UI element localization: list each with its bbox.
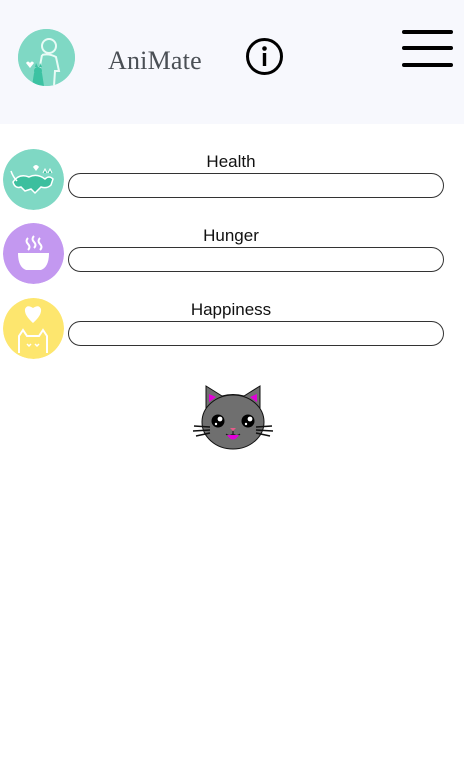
- health-bar: [68, 173, 444, 198]
- hamburger-menu-icon[interactable]: [402, 29, 453, 69]
- cat-health-icon: [3, 149, 64, 210]
- health-label: Health: [206, 152, 256, 171]
- pet-owner-logo-icon[interactable]: [18, 29, 75, 86]
- happiness-label: Happiness: [190, 300, 272, 319]
- info-icon[interactable]: [245, 37, 284, 76]
- app-header: AniMate: [0, 0, 464, 124]
- hunger-bar: [68, 247, 444, 272]
- heart-cat-icon: [3, 298, 64, 359]
- food-bowl-icon: [3, 223, 64, 284]
- app-title: AniMate: [108, 46, 202, 75]
- gray-cat-face-icon[interactable]: [192, 382, 274, 454]
- hunger-label: Hunger: [203, 226, 259, 245]
- happiness-bar: [68, 321, 444, 346]
